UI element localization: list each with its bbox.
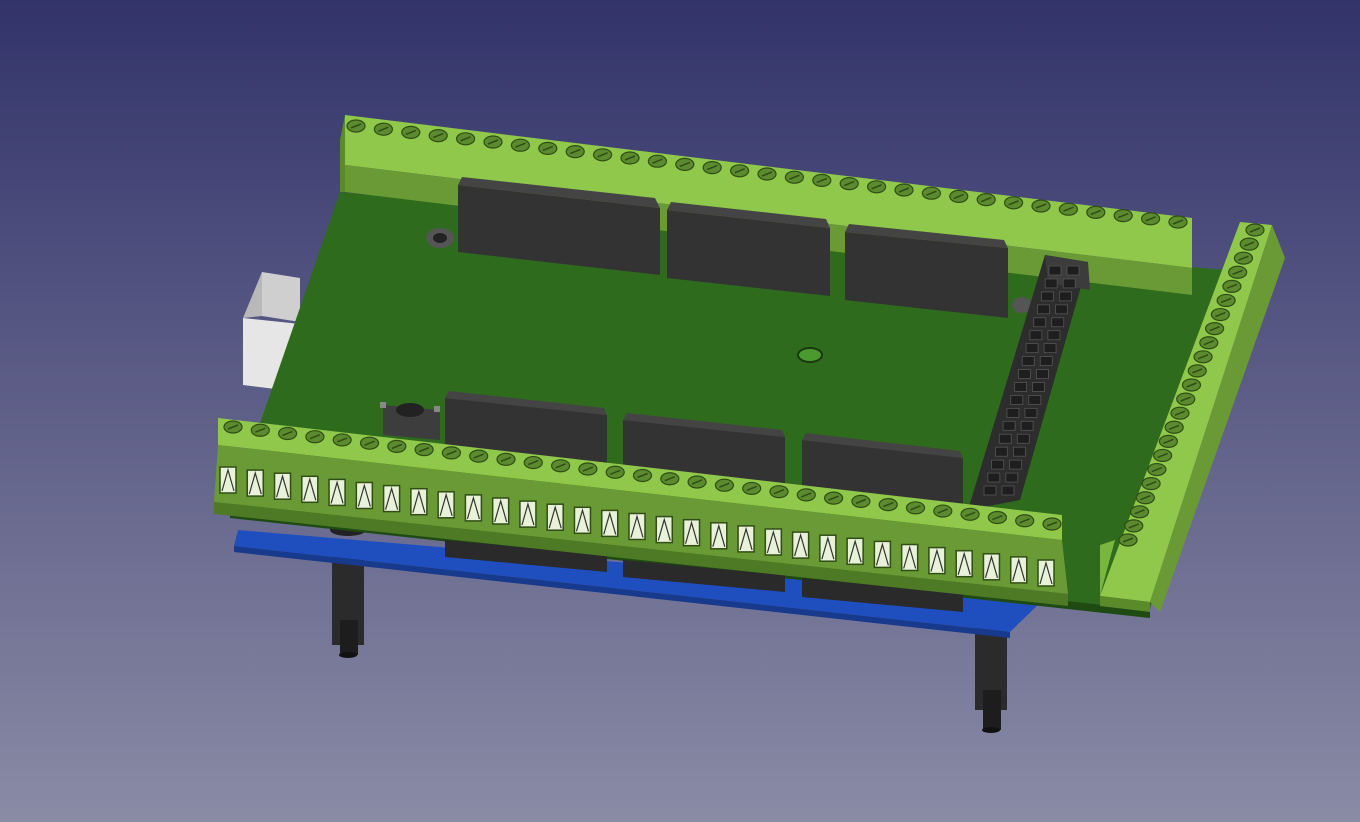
header-pin <box>1033 317 1047 328</box>
header-pin <box>1024 407 1038 418</box>
header-pin <box>1006 407 1020 418</box>
header-pin <box>987 472 1001 483</box>
header-pin <box>1010 395 1024 405</box>
header-pin <box>1047 330 1061 341</box>
header-pin <box>1058 291 1072 302</box>
center-hole <box>797 347 823 363</box>
header-pin <box>1009 459 1023 470</box>
header-pin <box>1001 485 1015 496</box>
header-pin <box>1062 278 1076 289</box>
header-pin <box>1014 382 1027 392</box>
header-pin <box>1002 420 1016 431</box>
header-pin <box>1036 369 1049 379</box>
header-pin <box>1013 446 1026 457</box>
header-pin <box>1037 304 1050 315</box>
header-pin <box>1048 265 1062 276</box>
header-pin <box>1018 369 1031 379</box>
header-pin <box>1066 265 1080 276</box>
header-pin <box>1055 304 1068 315</box>
header-pin <box>1029 330 1043 341</box>
header-pin <box>1032 382 1045 392</box>
header-pin <box>1021 356 1035 366</box>
header-pin <box>1025 343 1039 354</box>
3d-viewport[interactable] <box>0 0 1360 822</box>
header-pin <box>1040 291 1054 302</box>
pcb-3d-model[interactable] <box>0 0 1360 822</box>
header-pin <box>983 485 997 496</box>
header-pin <box>1044 278 1058 289</box>
header-pin <box>1020 420 1034 431</box>
header-pin <box>1051 317 1065 328</box>
header-pin <box>998 433 1012 444</box>
header-pin <box>1016 433 1030 444</box>
header-pin <box>1005 472 1019 483</box>
header-pin <box>1043 343 1057 354</box>
header-pin <box>991 459 1005 470</box>
header-pin <box>1039 356 1053 366</box>
header-pin <box>1028 395 1042 405</box>
header-pin <box>995 446 1008 457</box>
